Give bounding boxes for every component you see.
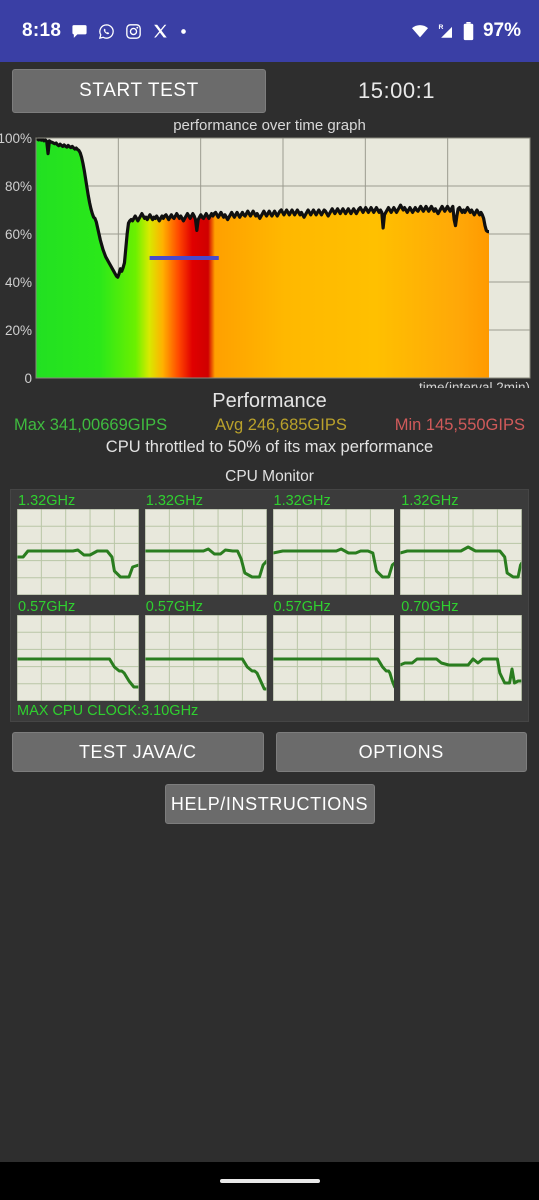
svg-text:40%: 40% <box>5 275 32 290</box>
svg-text:20%: 20% <box>5 323 32 338</box>
cpu-core-5-graph <box>17 615 139 701</box>
cpu-core-6-frequency: 0.57GHz <box>145 599 203 615</box>
home-indicator[interactable] <box>219 1179 320 1183</box>
cpu-monitor-panel: 1.32GHz 1.32GHz 1.32GHz 1.32GHz 0.57GHz 0.57G… <box>10 489 529 722</box>
cpu-core-3-graph <box>272 509 395 595</box>
performance-max-label: Max 341,00669GIPS <box>14 416 168 434</box>
cpu-core-7: 0.57GHz <box>272 599 395 701</box>
cpu-core-6-graph <box>144 615 267 701</box>
system-nav-bar <box>0 1162 539 1200</box>
performance-summary: Performance Max 341,00669GIPS Avg 246,68… <box>0 390 539 457</box>
cpu-core-1-graph <box>17 509 139 595</box>
cpu-core-8-graph <box>400 615 522 701</box>
start-test-button[interactable]: START TEST <box>12 69 266 113</box>
cpu-core-6: 0.57GHz <box>144 599 267 701</box>
cpu-core-1: 1.32GHz <box>17 493 139 595</box>
options-button[interactable]: OPTIONS <box>275 732 527 772</box>
battery-icon <box>462 21 475 41</box>
cpu-monitor-heading: CPU Monitor <box>225 468 314 485</box>
cpu-core-5: 0.57GHz <box>17 599 139 701</box>
svg-text:time(interval 2min): time(interval 2min) <box>419 380 530 388</box>
svg-text:R: R <box>438 24 443 31</box>
cpu-core-2: 1.32GHz <box>144 493 267 595</box>
countdown-timer: 15:00:1 <box>358 78 435 103</box>
top-toolbar: START TEST 15:00:1 <box>0 62 539 120</box>
throttle-note: CPU throttled to 50% of its max performa… <box>105 438 434 456</box>
cpu-core-8-frequency: 0.70GHz <box>401 599 459 615</box>
max-cpu-clock-label: MAX CPU CLOCK:3.10GHz <box>17 703 199 719</box>
cpu-core-2-graph <box>144 509 267 595</box>
cpu-core-8: 0.70GHz <box>400 599 522 701</box>
signal-roaming-icon: R <box>435 22 457 40</box>
status-bar: 8:18 R 97% <box>0 0 539 62</box>
help-instructions-button[interactable]: HELP/INSTRUCTIONS <box>164 784 375 824</box>
svg-text:60%: 60% <box>5 227 32 242</box>
cpu-core-7-graph <box>272 615 395 701</box>
performance-heading: Performance <box>212 390 327 412</box>
message-bubble-icon <box>71 23 88 40</box>
performance-min-label: Min 145,550GIPS <box>394 416 525 434</box>
svg-text:80%: 80% <box>5 179 32 194</box>
cpu-core-4: 1.32GHz <box>400 493 522 595</box>
wifi-icon <box>410 22 430 40</box>
cpu-core-2-frequency: 1.32GHz <box>145 493 203 509</box>
performance-avg-label: Avg 246,685GIPS <box>215 416 347 434</box>
cpu-core-4-frequency: 1.32GHz <box>401 493 459 509</box>
cpu-core-3-frequency: 1.32GHz <box>273 493 331 509</box>
svg-text:0: 0 <box>24 371 32 386</box>
whatsapp-icon <box>98 23 115 40</box>
cpu-core-5-frequency: 0.57GHz <box>18 599 76 615</box>
performance-chart: performance over time graph 100% 80% 60% 40… <box>0 117 539 388</box>
cpu-core-1-frequency: 1.32GHz <box>18 493 76 509</box>
instagram-icon <box>125 23 142 40</box>
status-bar-left: 8:18 <box>22 20 188 42</box>
x-twitter-icon <box>152 23 169 40</box>
performance-chart-svg: 100% 80% 60% 40% 20% 0 time(interval 2min) <box>0 131 531 388</box>
cpu-core-grid: 1.32GHz 1.32GHz 1.32GHz 1.32GHz 0.57GHz 0.57G… <box>11 493 528 701</box>
cpu-core-4-graph <box>400 509 522 595</box>
dot-icon <box>179 27 188 36</box>
action-button-row: TEST JAVA/C OPTIONS <box>0 722 539 772</box>
status-bar-right: R 97% <box>410 20 521 42</box>
cpu-core-7-frequency: 0.57GHz <box>273 599 331 615</box>
status-bar-clock: 8:18 <box>22 20 62 41</box>
performance-stats-row: Max 341,00669GIPS Avg 246,685GIPS Min 14… <box>0 413 539 435</box>
svg-text:100%: 100% <box>0 131 32 146</box>
help-button-row: HELP/INSTRUCTIONS <box>0 772 539 824</box>
test-java-c-button[interactable]: TEST JAVA/C <box>12 732 264 772</box>
cpu-core-3: 1.32GHz <box>272 493 395 595</box>
battery-percent-label: 97% <box>482 20 521 41</box>
